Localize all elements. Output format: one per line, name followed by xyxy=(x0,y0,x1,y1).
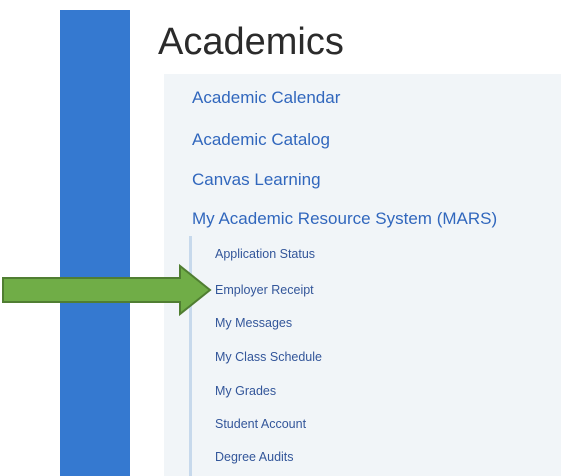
submenu-item-employer-receipt[interactable]: Employer Receipt xyxy=(215,282,314,298)
menu-item-academic-catalog[interactable]: Academic Catalog xyxy=(192,130,330,150)
menu-item-academic-calendar[interactable]: Academic Calendar xyxy=(192,88,340,108)
menu-item-mars[interactable]: My Academic Resource System (MARS) xyxy=(192,209,497,229)
menu-item-canvas-learning[interactable]: Canvas Learning xyxy=(192,170,321,190)
green-arrow-right-icon xyxy=(2,263,212,317)
submenu-item-my-grades[interactable]: My Grades xyxy=(215,383,276,399)
submenu-item-my-class-schedule[interactable]: My Class Schedule xyxy=(215,349,322,365)
side-accent-bar xyxy=(60,10,130,476)
submenu-item-my-messages[interactable]: My Messages xyxy=(215,315,292,331)
submenu-item-degree-audits[interactable]: Degree Audits xyxy=(215,449,294,465)
submenu-item-application-status[interactable]: Application Status xyxy=(215,246,315,262)
submenu-item-student-account[interactable]: Student Account xyxy=(215,416,306,432)
page-title: Academics xyxy=(158,21,344,63)
